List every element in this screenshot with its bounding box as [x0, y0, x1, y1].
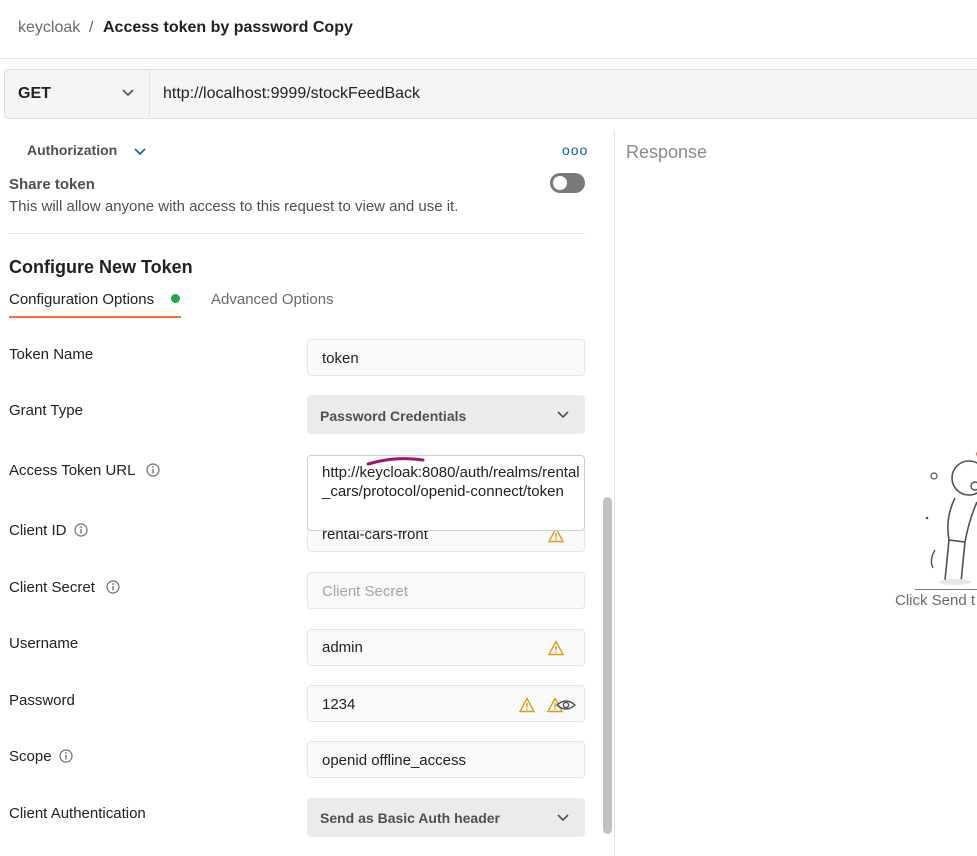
chevron-down-icon [122, 89, 134, 97]
response-title: Response [626, 142, 708, 162]
tab-advanced-options[interactable]: Advanced Options [211, 291, 334, 308]
more-options-icon[interactable]: ooo [562, 142, 588, 158]
info-icon[interactable] [106, 580, 120, 594]
response-hint: Click Send t [895, 592, 976, 609]
info-icon[interactable] [146, 463, 160, 477]
scrollbar-thumb[interactable] [603, 497, 612, 834]
access-token-url-value: http://keycloak:8080/auth/realms/rental_… [322, 464, 580, 500]
client-auth-label: Client Authentication [9, 805, 146, 822]
breadcrumb-collection[interactable]: keycloak [18, 19, 80, 37]
active-tab-indicator [9, 316, 181, 318]
password-value: 1234 [322, 696, 356, 713]
password-label: Password [9, 692, 75, 709]
info-icon[interactable] [59, 749, 73, 763]
username-label: Username [9, 635, 79, 652]
grant-type-label: Grant Type [9, 402, 83, 419]
pane-divider[interactable] [614, 130, 615, 856]
share-token-title: Share token [9, 176, 95, 193]
status-dot [171, 294, 180, 303]
info-icon[interactable] [74, 523, 88, 537]
warning-icon [519, 697, 535, 713]
method-label: GET [18, 85, 51, 102]
client-id-label: Client ID [9, 522, 67, 539]
warning-icon [548, 640, 564, 656]
token-name-value: token [322, 350, 359, 367]
authorization-label[interactable]: Authorization [27, 142, 117, 158]
toggle-knob [553, 176, 567, 190]
eye-icon[interactable] [556, 697, 576, 713]
client-secret-placeholder: Client Secret [322, 583, 408, 600]
client-auth-value: Send as Basic Auth header [320, 810, 500, 826]
grant-type-value: Password Credentials [320, 408, 467, 424]
request-title[interactable]: Access token by password Copy [103, 19, 353, 37]
annotation-mark [366, 457, 425, 466]
client-secret-label: Client Secret [9, 579, 95, 596]
chevron-down-icon[interactable] [133, 145, 147, 157]
share-token-description: This will allow anyone with access to th… [9, 198, 459, 215]
access-token-url-label: Access Token URL [9, 462, 136, 479]
url-input[interactable]: http://localhost:9999/stockFeedBack [163, 85, 420, 103]
username-value: admin [322, 639, 363, 656]
token-name-label: Token Name [9, 346, 94, 363]
chevron-down-icon [557, 411, 569, 419]
breadcrumb-separator: / [89, 19, 94, 36]
scope-value: openid offline_access [322, 752, 466, 769]
tab-configuration-options[interactable]: Configuration Options [9, 291, 154, 308]
scope-label: Scope [9, 748, 52, 765]
divider [9, 233, 585, 234]
astronaut-illustration [915, 451, 977, 590]
configure-token-title: Configure New Token [9, 257, 193, 277]
chevron-down-icon [557, 814, 569, 822]
